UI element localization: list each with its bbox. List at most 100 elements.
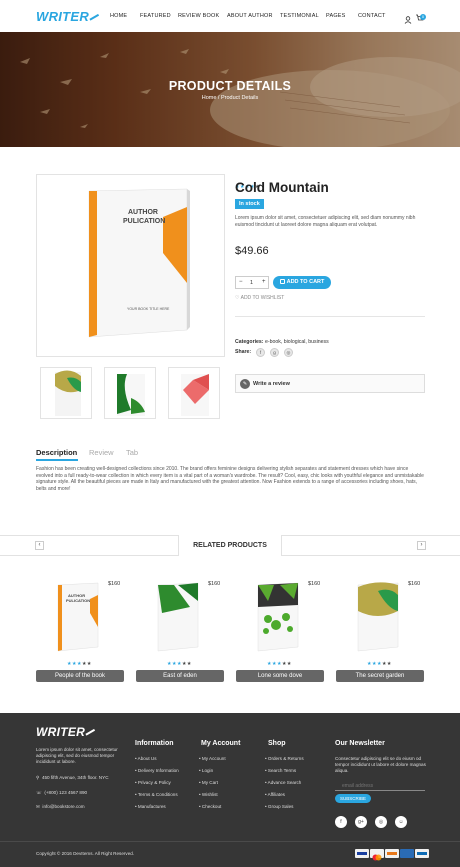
categories-value[interactable]: e-book, biological, business: [265, 339, 329, 345]
nav-contact[interactable]: CONTACT: [358, 13, 386, 19]
footer-link[interactable]: • My Cart: [199, 780, 218, 785]
chevron-right-icon[interactable]: ›: [417, 541, 426, 550]
related-product-name[interactable]: East of eden: [136, 670, 224, 682]
related-product-image[interactable]: AUTHOR PULICATION: [54, 581, 106, 653]
related-product-card[interactable]: $160 ★★★★★ The secret garden: [336, 573, 424, 683]
related-product-price: $160: [108, 581, 121, 587]
tab-description[interactable]: Description: [36, 448, 77, 457]
nav-testimonial[interactable]: TESTIMONIAL: [280, 13, 319, 19]
logo[interactable]: WRITER: [36, 9, 101, 24]
footer-account-title: My Account: [201, 740, 241, 747]
quantity-stepper[interactable]: − 1 +: [235, 276, 269, 289]
location-icon: ⚲: [36, 775, 40, 780]
footer-link[interactable]: • Checkout: [199, 804, 221, 809]
nav-home[interactable]: HOME: [110, 13, 127, 19]
footer-logo-text: WRITER: [36, 725, 86, 739]
phone-icon: ☏: [36, 790, 42, 795]
add-to-wishlist-link[interactable]: ♡ ADD TO WISHLIST: [235, 295, 284, 301]
related-products-heading: RELATED PRODUCTS: [178, 535, 282, 556]
footer-link[interactable]: • Privacy & Policy: [135, 780, 171, 785]
footer-link[interactable]: • Affiliates: [265, 792, 285, 797]
related-product-price: $160: [208, 581, 221, 587]
footer-link[interactable]: • Terms & Conditions: [135, 792, 178, 797]
thumbnail-3[interactable]: [168, 367, 220, 419]
newsletter-email-input[interactable]: [335, 781, 425, 791]
amex-icon: [400, 849, 414, 858]
write-review-label: Write a review: [253, 381, 290, 387]
related-product-name[interactable]: Lone some dove: [236, 670, 324, 682]
add-to-cart-button[interactable]: ADD TO CART: [273, 276, 331, 289]
active-tab-indicator: [36, 459, 78, 461]
user-icon[interactable]: [404, 11, 412, 24]
write-review-box[interactable]: ✎ Write a review: [235, 374, 425, 393]
footer-link[interactable]: • Wishlist: [199, 792, 218, 797]
footer-link[interactable]: • Manufactures: [135, 804, 166, 809]
footer-link[interactable]: • About Us: [135, 756, 157, 761]
snapchat-icon[interactable]: ☺: [395, 816, 407, 828]
footer-link[interactable]: • My Account: [199, 756, 226, 761]
tab-review[interactable]: Review: [89, 448, 114, 457]
quill-icon: [89, 13, 101, 24]
related-product-card[interactable]: $160 ★★★★★ Lone some dove: [236, 573, 324, 683]
footer-link[interactable]: • Advance Search: [265, 780, 301, 785]
cart-count-badge: 0: [420, 14, 426, 20]
subscribe-button[interactable]: SUBSCRIBE: [335, 794, 371, 803]
tab-content-description: Fashion has been creating well-designed …: [36, 466, 424, 492]
nav-pages[interactable]: PAGES: [326, 13, 346, 19]
footer-information-title: Information: [135, 740, 174, 747]
divider: [0, 841, 460, 842]
footer-link[interactable]: • Delivery Information: [135, 768, 179, 773]
nav-review-book[interactable]: REVIEW BOOK: [178, 13, 219, 19]
mail-icon: ✉: [36, 804, 40, 809]
chevron-left-icon[interactable]: ‹: [35, 541, 44, 550]
nav-about-author[interactable]: ABOUT AUTHOR: [227, 13, 273, 19]
instagram-icon[interactable]: ◎: [375, 816, 387, 828]
footer-logo[interactable]: WRITER: [36, 725, 97, 739]
thumbnail-2[interactable]: [104, 367, 156, 419]
breadcrumb[interactable]: Home / Product Details: [0, 95, 460, 101]
google-plus-icon[interactable]: g: [270, 348, 279, 357]
related-product-card[interactable]: AUTHOR PULICATION $160 ★★★★★ People of t…: [36, 573, 124, 683]
footer-address: ⚲ 450 fifth Avenue, 34th floor. NYC: [36, 775, 109, 781]
footer-newsletter-title: Our Newsletter: [335, 740, 385, 747]
quantity-value[interactable]: 1: [250, 280, 253, 286]
tab-tab[interactable]: Tab: [126, 448, 138, 457]
cover-subtitle: YOUR BOOK TITLE HERE: [127, 307, 170, 311]
divider: [235, 316, 425, 317]
related-product-card[interactable]: $160 ★★★★★ East of eden: [136, 573, 224, 683]
related-product-image[interactable]: [354, 581, 406, 653]
related-product-rating: ★★★★★: [267, 661, 292, 667]
cover-author-line2: PULICATION: [123, 218, 166, 225]
related-product-image[interactable]: [254, 581, 306, 653]
product-main-image[interactable]: AUTHOR PULICATION YOUR BOOK TITLE HERE: [36, 174, 225, 357]
facebook-icon[interactable]: f: [256, 348, 265, 357]
footer-link[interactable]: • Orders & Returns: [265, 756, 304, 761]
footer-link[interactable]: • Login: [199, 768, 213, 773]
related-product-price: $160: [408, 581, 421, 587]
stock-badge: In stock: [235, 199, 264, 209]
copyright: Copyright © 2016 DevItems. All Right Res…: [36, 851, 135, 856]
quantity-increment[interactable]: +: [262, 279, 266, 285]
google-plus-icon[interactable]: g+: [355, 816, 367, 828]
related-product-name[interactable]: The secret garden: [336, 670, 424, 682]
share-label: Share:: [235, 349, 252, 355]
footer-link[interactable]: • Group Sales: [265, 804, 293, 809]
related-product-image[interactable]: [154, 581, 206, 653]
categories-row: Categories: e-book, biological, business: [235, 339, 329, 345]
wishlist-label: ADD TO WISHLIST: [240, 295, 285, 301]
related-product-name[interactable]: People of the book: [36, 670, 124, 682]
related-product-rating: ★★★★★: [167, 661, 192, 667]
logo-text: WRITER: [36, 9, 90, 24]
quantity-decrement[interactable]: −: [239, 279, 243, 285]
footer-link[interactable]: • Search Terms: [265, 768, 296, 773]
site-header: WRITER HOME FEATURED REVIEW BOOK ABOUT A…: [0, 0, 460, 32]
maestro-icon: [415, 849, 429, 858]
thumbnail-1[interactable]: [40, 367, 92, 419]
facebook-icon[interactable]: f: [335, 816, 347, 828]
nav-featured[interactable]: FEATURED: [140, 13, 171, 19]
footer-email[interactable]: ✉ info@bookstore.com: [36, 804, 85, 810]
instagram-icon[interactable]: ◎: [284, 348, 293, 357]
related-product-rating: ★★★★★: [367, 661, 392, 667]
site-footer: WRITER Lorem ipsum dolor sit amet, conse…: [0, 713, 460, 867]
heart-icon: ♡: [235, 295, 240, 301]
